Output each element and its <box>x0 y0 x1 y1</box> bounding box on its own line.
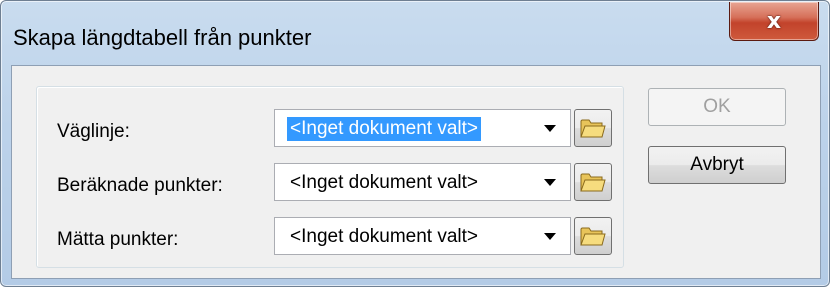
matta-punkter-browse-button[interactable] <box>574 217 612 255</box>
row-label: Mätta punkter: <box>57 229 179 250</box>
folder-icon <box>580 119 606 138</box>
vaglinje-browse-button[interactable] <box>574 109 612 147</box>
ok-button[interactable]: OK <box>648 88 786 126</box>
row-label: Beräknade punkter: <box>57 175 223 196</box>
dropdown-value: <Inget dokument valt> <box>287 117 482 141</box>
row-beraknade-punkter: Beräknade punkter: <Inget dokument valt> <box>37 163 623 205</box>
beraknade-punkter-browse-button[interactable] <box>574 163 612 201</box>
row-matta-punkter: Mätta punkter: <Inget dokument valt> <box>37 217 623 259</box>
cancel-button[interactable]: Avbryt <box>648 146 786 184</box>
chevron-down-icon <box>544 125 556 132</box>
row-label: Väglinje: <box>57 121 130 142</box>
vaglinje-dropdown[interactable]: <Inget dokument valt> <box>274 109 571 147</box>
row-vaglinje: Väglinje: <Inget dokument valt> <box>37 109 623 151</box>
dialog-window: Skapa längdtabell från punkter x Väglinj… <box>0 0 830 287</box>
chevron-down-icon <box>544 179 556 186</box>
beraknade-punkter-dropdown[interactable]: <Inget dokument valt> <box>274 163 571 201</box>
folder-icon <box>580 173 606 192</box>
dialog-title: Skapa längdtabell från punkter <box>13 25 312 50</box>
dropdown-value: <Inget dokument valt> <box>290 226 479 247</box>
close-button[interactable]: x <box>729 2 819 41</box>
document-selection-group: Väglinje: <Inget dokument valt> Beräknad… <box>36 86 624 268</box>
title-bar[interactable]: Skapa längdtabell från punkter x <box>1 1 829 63</box>
chevron-down-icon <box>544 233 556 240</box>
dropdown-value: <Inget dokument valt> <box>290 172 479 193</box>
dialog-body: Väglinje: <Inget dokument valt> Beräknad… <box>11 65 821 279</box>
folder-icon <box>580 227 606 246</box>
matta-punkter-dropdown[interactable]: <Inget dokument valt> <box>274 217 571 255</box>
close-icon: x <box>766 8 782 34</box>
